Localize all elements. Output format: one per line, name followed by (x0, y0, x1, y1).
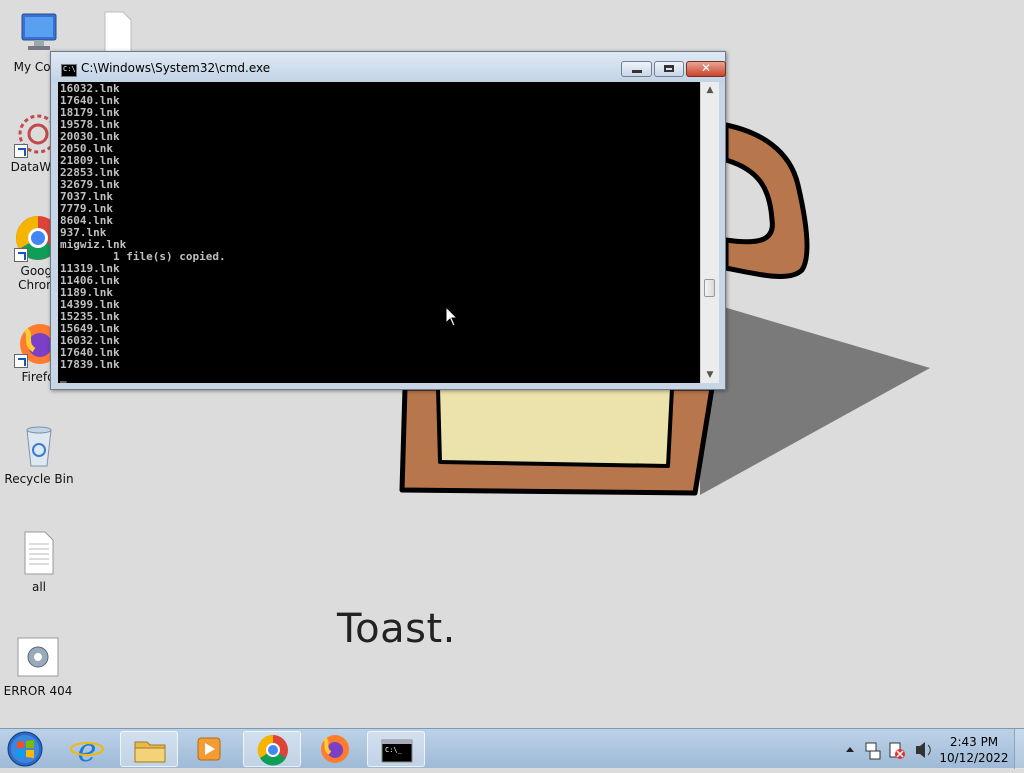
start-button[interactable] (4, 730, 46, 768)
toast-center (436, 386, 674, 468)
mouse-cursor-icon (445, 306, 459, 327)
maximize-button[interactable] (654, 61, 684, 77)
shortcut-arrow-icon (14, 354, 28, 368)
scroll-thumb[interactable] (704, 279, 715, 297)
shortcut-arrow-icon (14, 248, 28, 262)
network-icon (865, 742, 881, 760)
shortcut-arrow-icon (14, 144, 28, 158)
desktop-icon-error-404[interactable]: ERROR 404 (0, 634, 78, 698)
desktop-icon-label: ERROR 404 (3, 684, 73, 698)
scroll-up-icon[interactable]: ▲ (701, 82, 719, 98)
taskbar-cmd[interactable]: C:\_ (367, 731, 425, 767)
svg-text:e: e (78, 731, 97, 767)
toast-arm (723, 122, 810, 279)
window-title: C:\Windows\System32\cmd.exe (81, 61, 271, 75)
svg-text:C:\_: C:\_ (385, 746, 403, 754)
cmd-window[interactable]: C:\ C:\Windows\System32\cmd.exe ✕ 16032.… (50, 51, 726, 390)
desktop-icon-all[interactable]: all (0, 530, 79, 594)
console-text: 16032.lnk 17640.lnk 18179.lnk 19578.lnk … (60, 82, 226, 383)
cmd-icon: C:\_ (381, 739, 413, 763)
minimize-button[interactable] (621, 61, 652, 77)
taskbar-chrome[interactable] (243, 731, 301, 767)
media-player-icon (197, 737, 221, 761)
desktop: Toast. My Com DataWag Googl Chrom Firefo (0, 0, 1024, 728)
taskbar-clock[interactable]: 2:43 PM 10/12/2022 (936, 734, 1012, 766)
volume-icon (916, 742, 931, 758)
desktop-icon-label: all (31, 580, 47, 594)
system-tray (840, 729, 936, 769)
chrome-icon (257, 734, 288, 766)
show-hidden-icons (846, 747, 854, 752)
action-center-icon (889, 742, 905, 759)
taskbar-firefox[interactable] (305, 731, 363, 767)
close-icon: ✕ (700, 61, 712, 75)
toast-caption: Toast. (337, 606, 456, 652)
clock-date: 10/12/2022 (939, 751, 1009, 765)
cmd-icon: C:\ (61, 64, 77, 77)
window-titlebar[interactable]: C:\ C:\Windows\System32\cmd.exe ✕ (51, 52, 726, 82)
desktop-icon-recycle-bin[interactable]: Recycle Bin (0, 422, 79, 486)
clock-time: 2:43 PM (949, 735, 999, 749)
close-button[interactable]: ✕ (686, 61, 726, 77)
desktop-icon-label: Recycle Bin (4, 472, 74, 486)
settings-file-icon (14, 634, 62, 682)
file-explorer-icon (134, 741, 166, 763)
console-output[interactable]: 16032.lnk 17640.lnk 18179.lnk 19578.lnk … (58, 82, 700, 383)
taskbar-internet-explorer[interactable]: e (58, 731, 116, 769)
recycle-bin-icon (15, 422, 63, 470)
text-file-icon (15, 530, 63, 578)
scroll-down-icon[interactable]: ▼ (701, 367, 719, 383)
internet-explorer-icon: e (70, 731, 104, 769)
toast-shadow (700, 300, 930, 495)
firefox-icon (321, 735, 349, 763)
taskbar-file-explorer[interactable] (120, 731, 178, 767)
taskbar: e C:\_ 2:43 PM 10/12/2022 (0, 728, 1024, 769)
vertical-scrollbar[interactable]: ▲ ▼ (700, 82, 719, 383)
taskbar-media-player[interactable] (180, 731, 238, 767)
show-desktop-button[interactable] (1014, 729, 1024, 769)
